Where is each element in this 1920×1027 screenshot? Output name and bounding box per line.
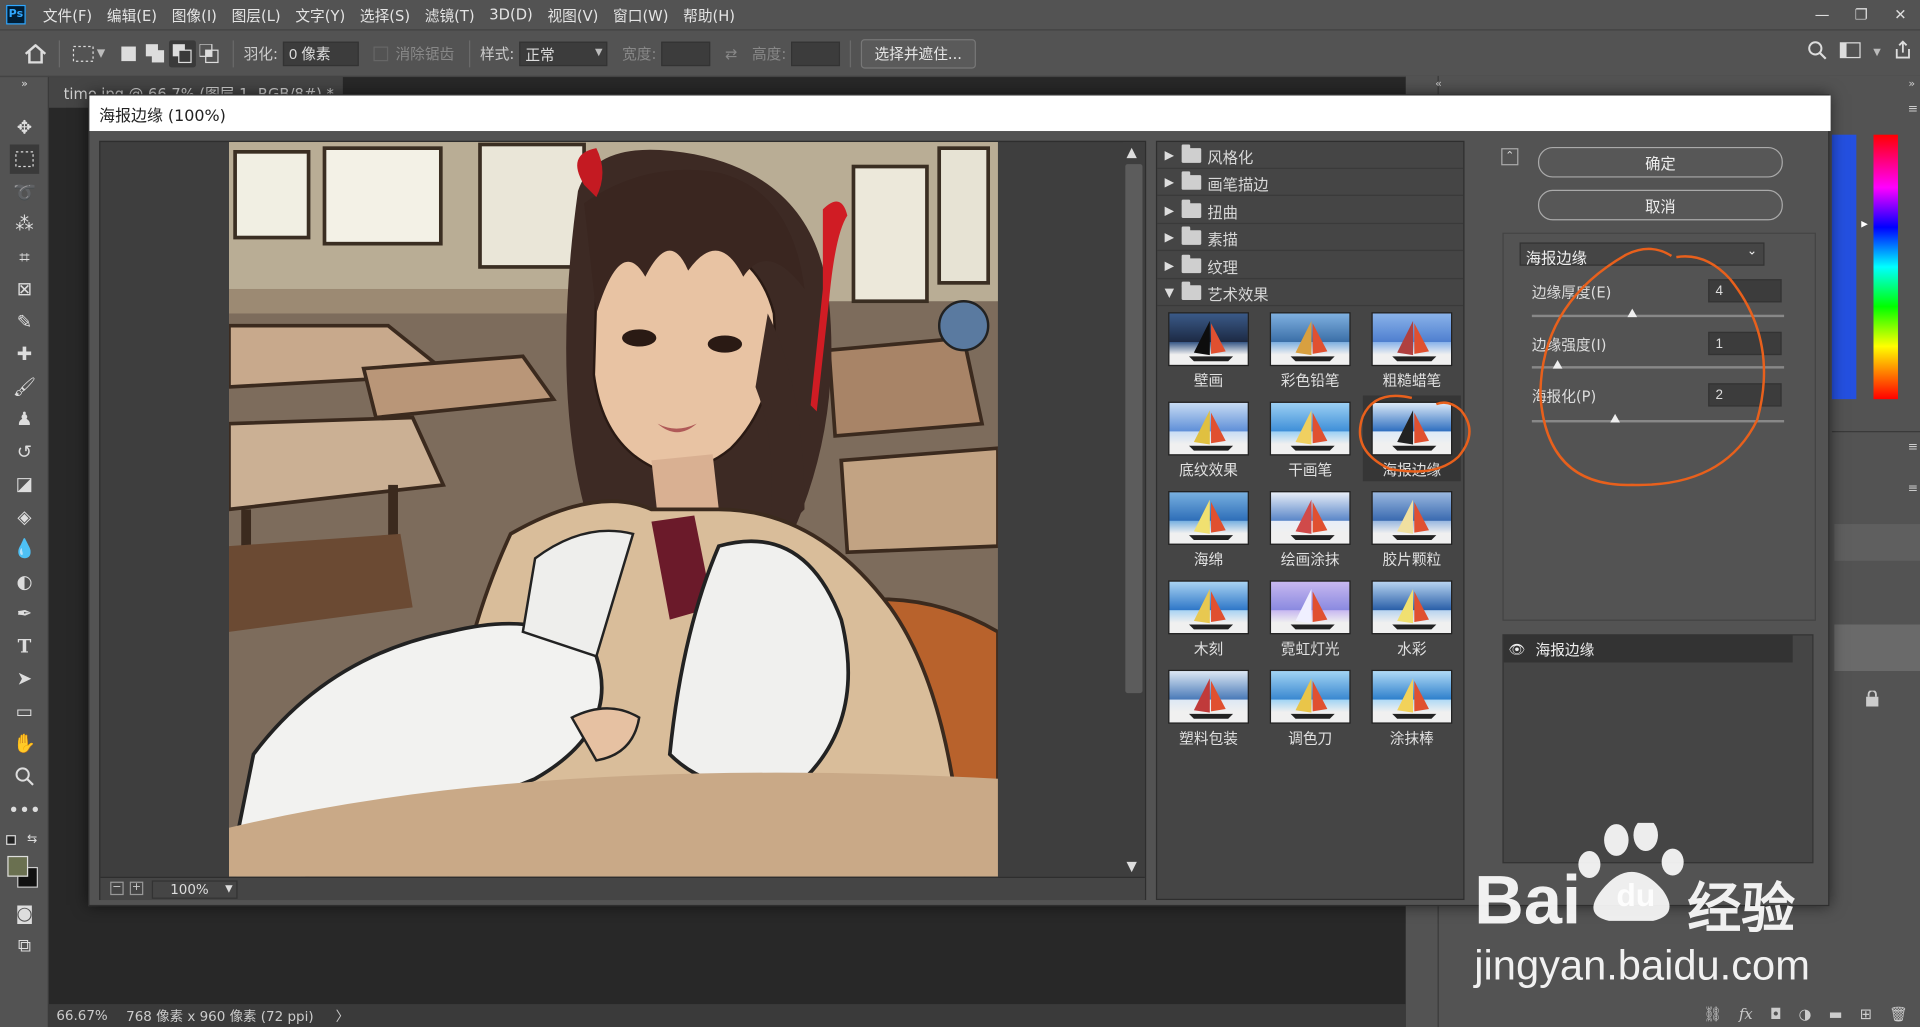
paint-bucket-icon[interactable]: ◈ (10, 502, 39, 531)
watermark-url: jingyan.baidu.com (1474, 942, 1810, 990)
intersect-selection-icon[interactable] (196, 40, 223, 67)
eraser-tool-icon[interactable]: ◪ (10, 469, 39, 498)
hue-slider[interactable] (1873, 134, 1898, 400)
rectangle-tool-icon[interactable]: ▭ (10, 697, 39, 726)
link-layers-icon[interactable]: ⛓ (1703, 1005, 1722, 1022)
baidu-watermark: Bai du 经验 jingyan.baidu.com (1472, 819, 1839, 1007)
menu-bar: Ps 文件(F) 编辑(E) 图像(I) 图层(L) 文字(Y) 选择(S) 滤… (0, 0, 1920, 30)
new-selection-icon[interactable] (115, 40, 142, 67)
menu-file[interactable]: 文件(F) (43, 4, 92, 25)
trash-icon[interactable]: 🗑 (1889, 1005, 1908, 1022)
chevron-down-icon[interactable]: ▼ (1873, 47, 1881, 58)
menu-view[interactable]: 视图(V) (547, 4, 598, 25)
menu-select[interactable]: 选择(S) (360, 4, 410, 25)
watermark-brand: Bai (1474, 860, 1582, 938)
minimize-button[interactable]: — (1802, 0, 1841, 29)
hue-marker: ▶ (1861, 219, 1868, 229)
chevron-right-icon[interactable]: 〉 (336, 1006, 349, 1026)
brush-tool-icon[interactable]: 🖌 (10, 372, 39, 401)
add-selection-icon[interactable] (142, 40, 169, 67)
feather-label: 羽化: (243, 45, 278, 63)
select-and-mask-button[interactable]: 选择并遮住... (860, 38, 976, 68)
menu-image[interactable]: 图像(I) (172, 4, 217, 25)
rect-marquee-icon[interactable] (70, 40, 97, 67)
new-layer-icon[interactable]: ⊞ (1860, 1005, 1872, 1022)
move-tool-icon[interactable]: ✥ (10, 113, 39, 142)
workspace-icon[interactable] (1839, 42, 1861, 63)
healing-brush-icon[interactable]: ✚ (10, 339, 39, 368)
lock-icon (1865, 689, 1880, 711)
lasso-tool-icon[interactable]: ➰ (10, 178, 39, 207)
style-label: 样式: (479, 45, 515, 63)
marquee-tool-icon[interactable] (9, 144, 40, 174)
stamp-tool-icon[interactable]: ♟ (10, 404, 39, 433)
filter-gallery-dialog: 海报边缘 (100%) ▲ ▼ − + 100% ▼ ▶ 风格化 ▶ 画笔描边 … (88, 94, 1831, 907)
menu-layer[interactable]: 图层(L) (232, 4, 281, 25)
annotation-circles (1358, 247, 1766, 487)
menu-help[interactable]: 帮助(H) (683, 4, 735, 25)
screen-mode-icon[interactable]: ⧉ (10, 931, 39, 960)
path-select-icon[interactable]: ➤ (10, 664, 39, 693)
menu-window[interactable]: 窗口(W) (613, 4, 668, 25)
chevron-down-icon: ▼ (594, 45, 603, 57)
panel-menu-icon[interactable]: ≡ (1908, 482, 1918, 495)
layer-mask-icon[interactable]: ◘ (1770, 1005, 1782, 1022)
restore-button[interactable]: ❐ (1842, 0, 1881, 29)
swap-icon[interactable]: ⇄ (718, 40, 745, 67)
crop-tool-icon[interactable]: ⌗ (10, 242, 39, 271)
default-colors-icon[interactable] (6, 835, 16, 845)
width-input[interactable] (661, 41, 711, 66)
history-brush-icon[interactable]: ↺ (10, 437, 39, 466)
document-size: 768 像素 x 960 像素 (72 ppi) (126, 1008, 314, 1025)
menu-filter[interactable]: 滤镜(T) (425, 4, 475, 25)
watermark-brand-cn: 经验 (1687, 877, 1796, 941)
height-input[interactable] (791, 41, 841, 66)
search-icon[interactable] (1807, 40, 1827, 63)
panel-menu-icon[interactable]: ≡ (1908, 441, 1918, 454)
menu-3d[interactable]: 3D(D) (489, 6, 532, 23)
menu-edit[interactable]: 编辑(E) (107, 4, 157, 25)
layer-row-selected[interactable] (1834, 624, 1920, 672)
feather-input[interactable] (282, 41, 359, 66)
collapse-icon[interactable]: » (10, 78, 39, 90)
antialias-label: 消除锯齿 (395, 45, 455, 63)
foreground-color-swatch[interactable] (7, 855, 29, 877)
panel-menu-icon[interactable]: ≡ (1908, 103, 1918, 116)
pen-tool-icon[interactable]: ✒ (10, 599, 39, 628)
watermark-du: du (1616, 876, 1656, 914)
more-tools-icon[interactable]: ••• (8, 796, 41, 825)
zoom-level[interactable]: 66.67% (49, 1008, 116, 1024)
type-tool-icon[interactable]: T (10, 632, 39, 661)
color-spectrum[interactable] (1831, 134, 1857, 400)
antialias-checkbox[interactable] (373, 45, 389, 61)
hand-tool-icon[interactable]: ✋ (10, 729, 39, 758)
width-label: 宽度: (622, 45, 657, 63)
home-icon[interactable] (22, 40, 49, 67)
quick-mask-icon[interactable]: ◙ (10, 899, 39, 928)
height-label: 高度: (751, 45, 787, 63)
collapse-icon[interactable]: « (1435, 78, 1442, 90)
close-button[interactable]: ✕ (1881, 0, 1920, 29)
group-folder-icon[interactable]: ▬ (1829, 1005, 1843, 1022)
menu-type[interactable]: 文字(Y) (295, 4, 345, 25)
dodge-tool-icon[interactable]: ◐ (10, 567, 39, 596)
status-bar: 66.67% 768 像素 x 960 像素 (72 ppi) 〉 (48, 1004, 1406, 1027)
blur-tool-icon[interactable]: 💧 (10, 534, 39, 563)
fx-icon[interactable]: fx (1739, 1005, 1753, 1022)
share-icon[interactable] (1893, 40, 1913, 63)
frame-tool-icon[interactable]: ⊠ (10, 274, 39, 303)
style-select[interactable]: 正常 ▼ (519, 41, 608, 66)
collapse-icon[interactable]: » (1908, 78, 1915, 90)
zoom-tool-icon[interactable] (10, 762, 39, 791)
adjustment-layer-icon[interactable]: ◑ (1799, 1005, 1812, 1022)
chevron-down-icon[interactable]: ▼ (97, 47, 105, 59)
swap-colors-icon[interactable]: ⇆ (27, 833, 37, 846)
magic-wand-icon[interactable]: ⁂ (10, 209, 39, 238)
eyedropper-icon[interactable]: ✎ (10, 307, 39, 336)
photoshop-logo: Ps (6, 4, 26, 25)
options-bar: ▼ 羽化: 消除锯齿 样式: 正常 ▼ 宽度: ⇄ 高度: 选择并遮住... ▼ (0, 29, 1920, 76)
tools-panel: » ✥ ➰ ⁂ ⌗ ⊠ ✎ ✚ 🖌 ♟ ↺ ◪ ◈ 💧 ◐ ✒ T ➤ ▭ ✋ … (0, 75, 49, 1027)
subtract-selection-icon[interactable] (168, 39, 196, 67)
